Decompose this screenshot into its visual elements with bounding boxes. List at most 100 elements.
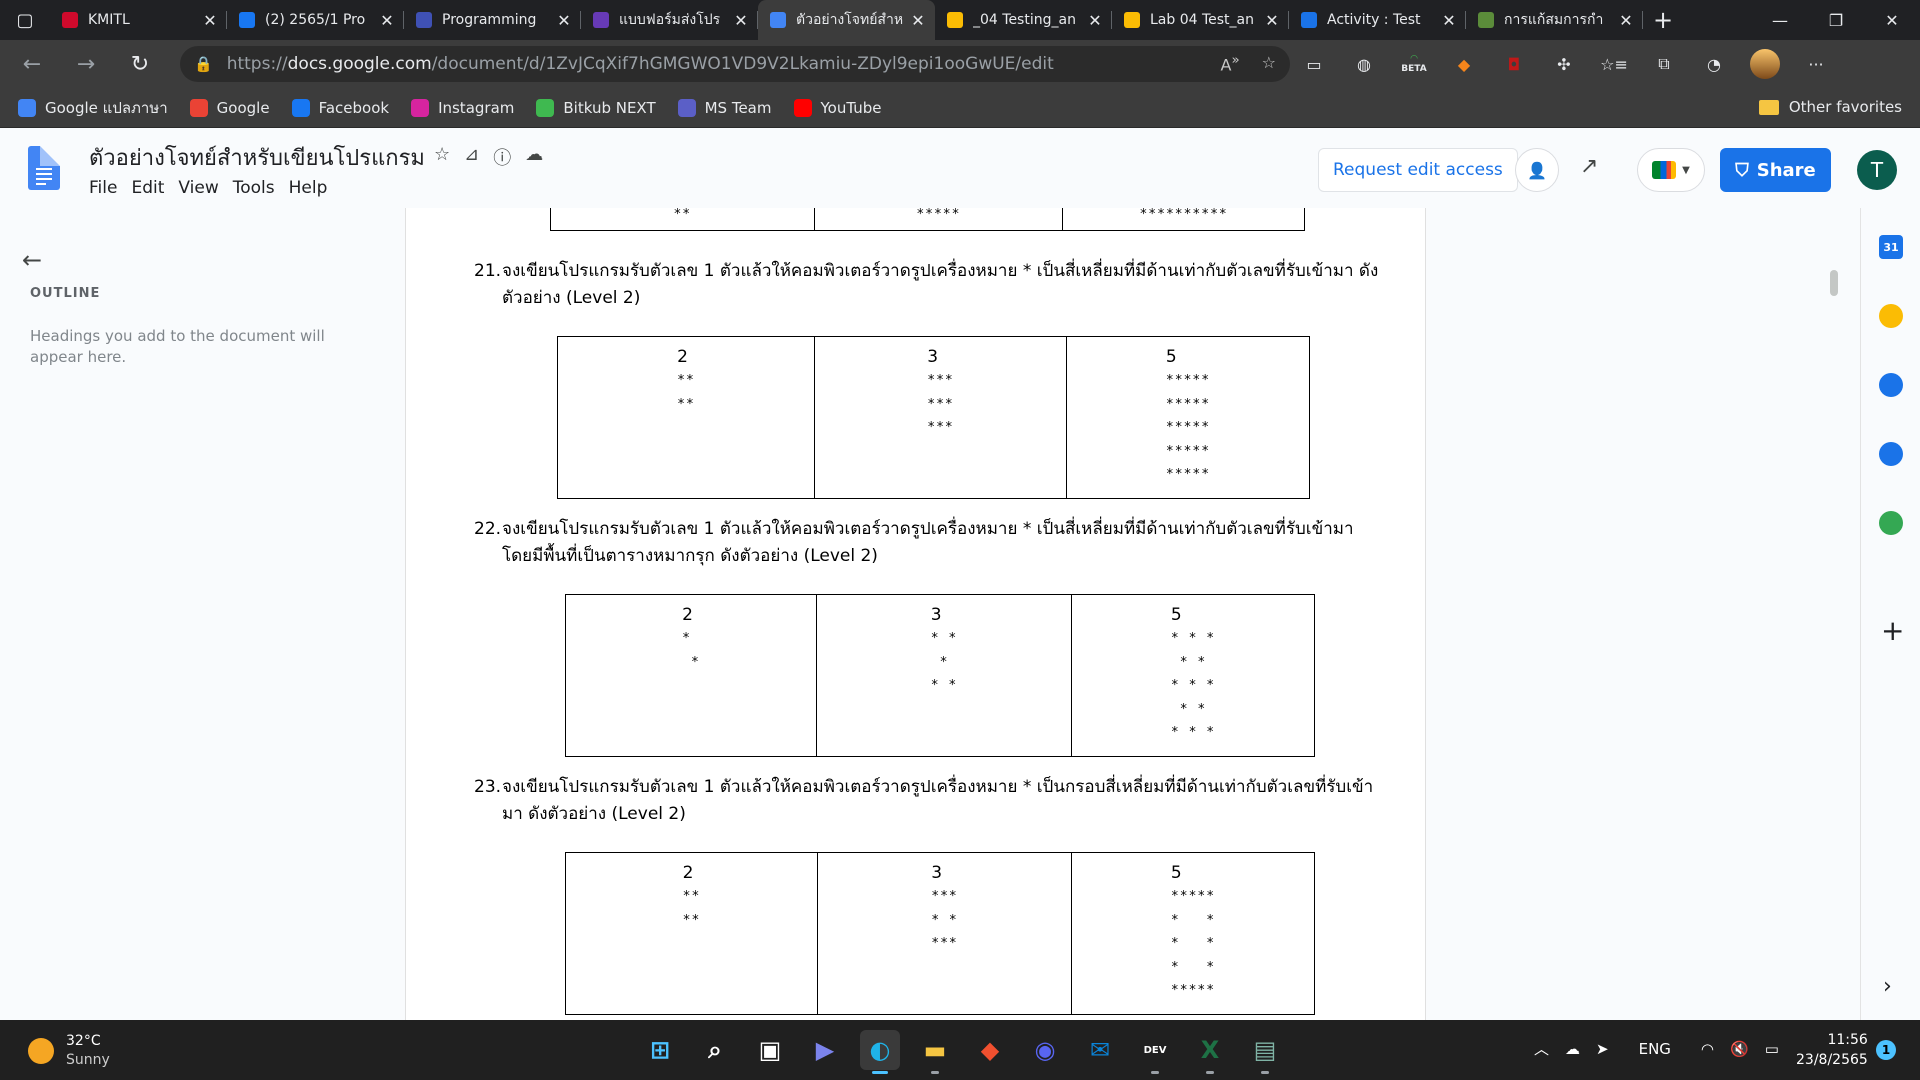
favorite-item[interactable]: Instagram: [411, 96, 514, 120]
close-tab-icon[interactable]: ✕: [201, 11, 219, 30]
show-side-panel-chevron-icon[interactable]: ›: [1883, 974, 1892, 999]
menu-edit[interactable]: Edit: [131, 178, 164, 198]
close-tab-icon[interactable]: ✕: [555, 11, 573, 30]
read-aloud-icon[interactable]: A»: [1221, 53, 1240, 74]
close-tab-icon[interactable]: ✕: [732, 11, 750, 30]
volume-muted-icon[interactable]: 🔇: [1730, 1040, 1749, 1058]
show-hidden-icons-icon[interactable]: ︿: [1534, 1038, 1549, 1059]
menu-tools[interactable]: Tools: [233, 178, 275, 198]
share-button[interactable]: ⛉ Share: [1720, 148, 1831, 192]
contacts-icon[interactable]: [1879, 442, 1903, 466]
meet-chat-icon[interactable]: ▶: [805, 1030, 845, 1070]
add-favorite-icon[interactable]: ☆: [1262, 53, 1276, 74]
forward-button[interactable]: →: [64, 46, 108, 82]
discord-icon[interactable]: ◉: [1025, 1030, 1065, 1070]
close-tab-icon[interactable]: ✕: [1617, 11, 1635, 30]
battery-icon[interactable]: ▭: [1765, 1040, 1779, 1058]
puzzle-icon[interactable]: ✣: [1550, 50, 1578, 78]
favorites-icon[interactable]: ☆≡: [1600, 50, 1628, 78]
collections-add-icon[interactable]: ⧉: [1650, 50, 1678, 78]
location-icon[interactable]: ➤: [1596, 1040, 1609, 1058]
favorite-item[interactable]: Bitkub NEXT: [536, 96, 656, 120]
keep-icon[interactable]: [1879, 304, 1903, 328]
edge-icon[interactable]: ◐: [860, 1030, 900, 1074]
maps-icon[interactable]: [1879, 511, 1903, 535]
clock[interactable]: 11:56 23/8/2565: [1796, 1030, 1868, 1070]
close-tab-icon[interactable]: ✕: [378, 11, 396, 30]
example-input-number: 3: [927, 347, 939, 367]
document-scrollbar[interactable]: [1830, 270, 1838, 296]
add-to-drive-icon[interactable]: ⊿: [464, 144, 479, 170]
document-title[interactable]: ตัวอย่างโจทย์สำหรับเขียนโปรแกรม: [89, 140, 425, 175]
calendar-icon[interactable]: 31: [1879, 235, 1903, 259]
comments-history-icon[interactable]: 👤: [1515, 148, 1559, 192]
git-icon[interactable]: ◆: [970, 1030, 1010, 1070]
lock-icon[interactable]: 🔒: [194, 55, 213, 73]
info-icon[interactable]: ⓘ: [493, 144, 511, 170]
menu-help[interactable]: Help: [289, 178, 328, 198]
close-tab-icon[interactable]: ✕: [1263, 11, 1281, 30]
start-icon[interactable]: ⊞: [640, 1030, 680, 1070]
example-content: 5 * * * * * * * * * * * * *: [1171, 595, 1215, 745]
mail-icon[interactable]: ✉: [1080, 1030, 1120, 1070]
weather-widget[interactable]: 32°C Sunny: [28, 1032, 110, 1070]
notification-badge[interactable]: 1: [1876, 1040, 1896, 1060]
close-tab-icon[interactable]: ✕: [909, 11, 927, 30]
search-icon[interactable]: ⌕: [695, 1030, 735, 1070]
user-avatar[interactable]: T: [1857, 150, 1897, 190]
browser-tab[interactable]: _04 Testing_an ✕: [935, 0, 1112, 40]
other-favorites[interactable]: Other favorites: [1758, 98, 1902, 116]
onedrive-cloud-icon[interactable]: ☁: [1565, 1040, 1580, 1058]
beta-extension-icon[interactable]: ◠ BETA: [1400, 50, 1428, 78]
wifi-icon[interactable]: ◠: [1701, 1040, 1714, 1058]
docs-logo-icon[interactable]: [28, 146, 60, 190]
star-icon[interactable]: ☆: [434, 144, 450, 170]
address-bar[interactable]: 🔒 https://docs.google.com/document/d/1Zv…: [180, 46, 1290, 82]
close-window-icon[interactable]: ✕: [1864, 0, 1920, 40]
browser-tab[interactable]: Programming ✕: [404, 0, 581, 40]
close-tab-icon[interactable]: ✕: [1086, 11, 1104, 30]
photos-icon[interactable]: ▤: [1245, 1030, 1285, 1074]
browser-tab[interactable]: Lab 04 Test_an ✕: [1112, 0, 1289, 40]
performance-icon[interactable]: ◔: [1700, 50, 1728, 78]
favorite-item[interactable]: Google แปลภาษา: [18, 96, 168, 120]
favorite-item[interactable]: YouTube: [793, 96, 882, 120]
favorite-item[interactable]: MS Team: [677, 96, 772, 120]
excel-icon[interactable]: X: [1190, 1030, 1230, 1074]
browser-tab[interactable]: การแก้สมการกำ ✕: [1466, 0, 1643, 40]
mcafee-icon[interactable]: ◘: [1500, 50, 1528, 78]
browser-tab[interactable]: แบบฟอร์มส่งโปร ✕: [581, 0, 758, 40]
refresh-button[interactable]: ↻: [118, 46, 162, 82]
menu-file[interactable]: File: [89, 178, 117, 198]
collections-icon[interactable]: ▭: [1300, 50, 1328, 78]
task-view-icon[interactable]: ▣: [750, 1030, 790, 1070]
get-addons-plus-icon[interactable]: +: [1881, 614, 1904, 647]
browser-tab[interactable]: ตัวอย่างโจทย์สำห ✕: [758, 0, 935, 40]
browser-tab[interactable]: Activity : Test ✕: [1289, 0, 1466, 40]
metamask-icon[interactable]: ◆: [1450, 50, 1478, 78]
tab-actions-icon[interactable]: ▢: [0, 0, 50, 40]
restore-icon[interactable]: ❐: [1808, 0, 1864, 40]
document-page[interactable]: ** ***** ********** 21. จงเขียนโปรแกรมรับตั…: [405, 208, 1426, 1020]
minimize-icon[interactable]: —: [1752, 0, 1808, 40]
favorite-item[interactable]: Google: [189, 96, 270, 120]
extension-icon[interactable]: ◍: [1350, 50, 1378, 78]
dev-icon[interactable]: DEV: [1135, 1030, 1175, 1074]
more-icon[interactable]: ···: [1802, 50, 1830, 78]
profile-avatar[interactable]: [1750, 49, 1780, 79]
request-edit-access-button[interactable]: Request edit access: [1318, 148, 1518, 192]
favorite-item[interactable]: Facebook: [291, 96, 389, 120]
activity-dashboard-icon[interactable]: ↗: [1580, 154, 1598, 179]
back-button[interactable]: ←: [10, 46, 54, 82]
menu-view[interactable]: View: [178, 178, 218, 198]
browser-tab[interactable]: KMITL ✕: [50, 0, 227, 40]
browser-tab[interactable]: (2) 2565/1 Pro ✕: [227, 0, 404, 40]
input-language[interactable]: ENG: [1639, 1040, 1671, 1058]
file-explorer-icon[interactable]: ▬: [915, 1030, 955, 1074]
new-tab-button[interactable]: +: [1643, 6, 1683, 34]
tasks-icon[interactable]: [1879, 373, 1903, 397]
cloud-status-icon[interactable]: ☁: [525, 144, 543, 170]
close-outline-arrow-icon[interactable]: ←: [22, 246, 42, 274]
close-tab-icon[interactable]: ✕: [1440, 11, 1458, 30]
meet-button[interactable]: ▼: [1637, 148, 1705, 192]
